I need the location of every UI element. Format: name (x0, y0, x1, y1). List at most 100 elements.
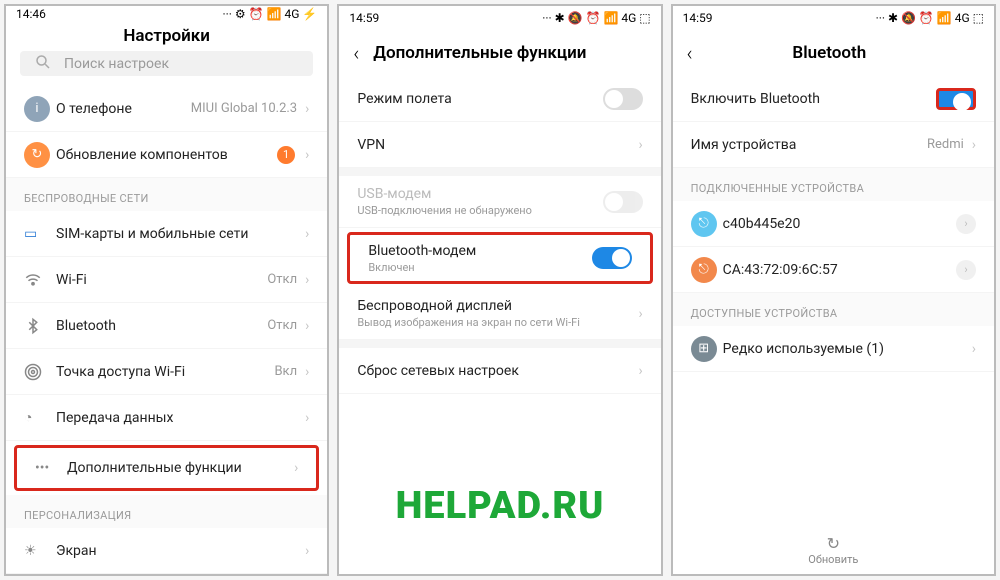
status-icons: ··· ✱ 🔕 ⏰ 📶 4G ⬚ (542, 11, 650, 25)
settings-panel: 14:46 ··· ⚙ ⏰ 📶 4G ⚡ Настройки Поиск нас… (4, 4, 329, 576)
display-icon: ☀ (24, 543, 56, 559)
chevron-right-icon: › (305, 410, 309, 426)
chevron-right-icon: › (638, 306, 642, 322)
bluetooth-tether-row[interactable]: Bluetooth-модем Включен (347, 232, 652, 284)
section-wireless: БЕСПРОВОДНЫЕ СЕТИ (6, 178, 327, 211)
status-bar: 14:59 ··· ✱ 🔕 ⏰ 📶 4G ⬚ (673, 6, 994, 30)
enable-bluetooth-row[interactable]: Включить Bluetooth (673, 76, 994, 122)
info-icon: i (24, 96, 56, 122)
btmodem-toggle[interactable] (592, 247, 632, 269)
chevron-right-icon: › (305, 101, 309, 117)
bluetooth-panel: 14:59 ··· ✱ 🔕 ⏰ 📶 4G ⬚ ‹ Bluetooth Включ… (671, 4, 996, 576)
chevron-right-icon: › (638, 363, 642, 379)
refresh-label: Обновить (673, 553, 994, 566)
bt-value: Откл (267, 318, 297, 333)
display-row[interactable]: ☀ Экран › (6, 528, 327, 574)
airplane-mode-row[interactable]: Режим полета (339, 76, 660, 122)
more-settings-row[interactable]: ••• Дополнительные функции › (14, 445, 319, 491)
page-title: Настройки (123, 26, 210, 46)
devname-label: Имя устройства (691, 137, 927, 153)
divider (339, 168, 660, 176)
data-usage-row[interactable]: ◔ Передача данных › (6, 395, 327, 441)
chevron-right-icon: › (305, 543, 309, 559)
system-update-row[interactable]: ↻ Обновление компонентов 1 › (6, 132, 327, 178)
devname-value: Redmi (927, 137, 964, 152)
refresh-icon: ↻ (673, 534, 994, 553)
device-label: c40b445e20 (723, 216, 956, 232)
update-label: Обновление компонентов (56, 147, 277, 163)
sim-icon: ▭ (24, 226, 56, 242)
vpn-label: VPN (357, 137, 638, 153)
usb-label: USB-модем (357, 186, 602, 202)
rarely-used-row[interactable]: ⊞ Редко используемые (1) › (673, 326, 994, 372)
bluetooth-row[interactable]: Bluetooth Откл › (6, 303, 327, 349)
bluetooth-icon (24, 317, 56, 335)
about-value: MIUI Global 10.2.3 (191, 101, 297, 116)
chevron-right-icon: › (972, 341, 976, 357)
device-settings-icon[interactable]: › (956, 260, 976, 280)
back-button[interactable]: ‹ (353, 41, 359, 65)
enable-label: Включить Bluetooth (691, 91, 936, 107)
wifi-row[interactable]: Wi-Fi Откл › (6, 257, 327, 303)
bt-label: Bluetooth (56, 318, 267, 334)
data-label: Передача данных (56, 410, 305, 426)
data-icon: ◔ (24, 409, 56, 426)
cast-sublabel: Вывод изображения на экран по сети Wi-Fi (357, 316, 638, 329)
page-title: Bluetooth (707, 43, 952, 63)
section-personalization: ПЕРСОНАЛИЗАЦИЯ (6, 495, 327, 528)
chevron-right-icon: › (305, 318, 309, 334)
rare-label: Редко используемые (1) (723, 341, 972, 357)
reset-label: Сброс сетевых настроек (357, 363, 638, 379)
device-settings-icon[interactable]: › (956, 214, 976, 234)
update-icon: ↻ (24, 142, 56, 168)
section-available: ДОСТУПНЫЕ УСТРОЙСТВА (673, 293, 994, 326)
btmodem-sublabel: Включен (368, 261, 591, 274)
chevron-right-icon: › (305, 364, 309, 380)
wifi-icon (24, 271, 56, 289)
wifi-label: Wi-Fi (56, 272, 267, 288)
about-phone-row[interactable]: i О телефоне MIUI Global 10.2.3 › (6, 86, 327, 132)
device-name-row[interactable]: Имя устройства Redmi › (673, 122, 994, 168)
usb-sublabel: USB-подключения не обнаружено (357, 204, 602, 217)
paired-device-row[interactable]: ⎋ CA:43:72:09:6C:57 › (673, 247, 994, 293)
display-label: Экран (56, 543, 305, 559)
sim-row[interactable]: ▭ SIM-карты и мобильные сети › (6, 211, 327, 257)
header: Настройки (6, 22, 327, 52)
watermark: HELPAD.RU (339, 484, 660, 528)
about-label: О телефоне (56, 101, 191, 117)
hotspot-label: Точка доступа Wi-Fi (56, 364, 274, 380)
device-icon: ⎋ (691, 211, 723, 237)
sim-label: SIM-карты и мобильные сети (56, 226, 305, 242)
wireless-display-row[interactable]: Беспроводной дисплей Вывод изображения н… (339, 288, 660, 340)
btmodem-label: Bluetooth-модем (368, 243, 591, 259)
device-label: CA:43:72:09:6C:57 (723, 262, 956, 278)
chevron-right-icon: › (305, 272, 309, 288)
hotspot-row[interactable]: Точка доступа Wi-Fi Вкл › (6, 349, 327, 395)
bluetooth-toggle[interactable] (936, 88, 976, 110)
clock: 14:46 (16, 7, 46, 21)
settings-search[interactable]: Поиск настроек (20, 51, 313, 76)
usb-tether-row: USB-модем USB-подключения не обнаружено (339, 176, 660, 228)
folder-icon: ⊞ (691, 336, 723, 362)
chevron-right-icon: › (972, 137, 976, 153)
refresh-button[interactable]: ↻ Обновить (673, 534, 994, 566)
header: ‹ Дополнительные функции (339, 30, 660, 76)
status-icons: ··· ⚙ ⏰ 📶 4G ⚡ (223, 7, 318, 21)
section-connected: ПОДКЛЮЧЕННЫЕ УСТРОЙСТВА (673, 168, 994, 201)
search-icon (34, 53, 52, 75)
hotspot-icon (24, 363, 56, 381)
vpn-row[interactable]: VPN › (339, 122, 660, 168)
paired-device-row[interactable]: ⎋ c40b445e20 › (673, 201, 994, 247)
device-icon: ⎋ (691, 257, 723, 283)
clock: 14:59 (349, 11, 379, 25)
clock: 14:59 (683, 11, 713, 25)
header: ‹ Bluetooth (673, 30, 994, 76)
back-button[interactable]: ‹ (687, 41, 693, 65)
more-functions-panel: 14:59 ··· ✱ 🔕 ⏰ 📶 4G ⬚ ‹ Дополнительные … (337, 4, 662, 576)
status-bar: 14:59 ··· ✱ 🔕 ⏰ 📶 4G ⬚ (339, 6, 660, 30)
airplane-toggle[interactable] (603, 88, 643, 110)
chevron-right-icon: › (305, 147, 309, 163)
cast-label: Беспроводной дисплей (357, 298, 638, 314)
reset-network-row[interactable]: Сброс сетевых настроек › (339, 348, 660, 394)
page-title: Дополнительные функции (373, 43, 586, 63)
